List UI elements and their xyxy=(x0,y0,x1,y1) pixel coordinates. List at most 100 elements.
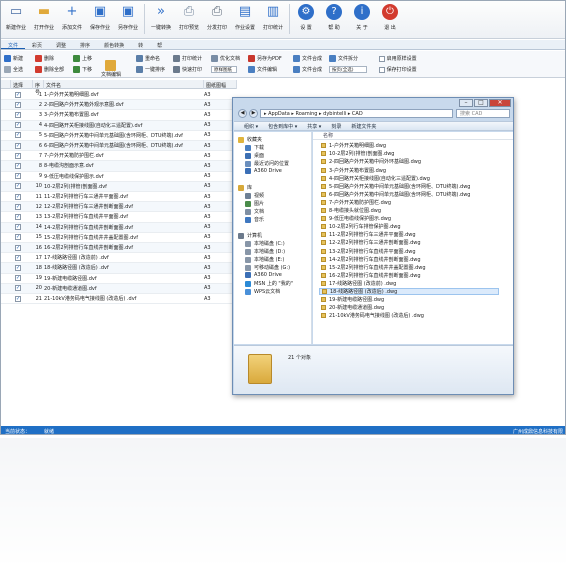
row-checkbox[interactable]: ✓ xyxy=(15,264,21,271)
tab-1[interactable]: 彩页 xyxy=(25,40,49,49)
table-row[interactable]: ✓ 3 3-户外开关箱布置图.dvf A3 xyxy=(1,110,237,121)
list-item[interactable]: 4-四回路开关柜接线图(自动化三遥配置).dwg xyxy=(321,174,430,182)
explorer-command-0[interactable]: 组织 ▾ xyxy=(244,123,258,130)
minimize-button[interactable]: – xyxy=(459,99,473,107)
ribbon-save-pdf-button[interactable]: 另存为PDF xyxy=(248,55,282,62)
row-select-cell[interactable]: ✓ xyxy=(11,132,33,139)
toolbar-button-9[interactable]: ▥ 打印统计 xyxy=(260,1,286,37)
table-row[interactable]: ✓ 13 13-2层2列排管行车直线井平面图.dvf A3 xyxy=(1,212,237,223)
tab-2[interactable]: 调整 xyxy=(49,40,73,49)
row-checkbox[interactable]: ✓ xyxy=(15,275,21,282)
nav-item-10[interactable]: 计算机 xyxy=(238,232,262,239)
ribbon-compose-button[interactable]: 文件合成 xyxy=(293,66,322,73)
column-header-name[interactable]: 名称 xyxy=(313,132,513,140)
nav-item-14[interactable]: 可移动磁盘 (G:) xyxy=(245,264,290,271)
nav-item-8[interactable]: 文档 xyxy=(245,208,264,215)
ribbon-one-click-sort-button[interactable]: 一键排序 xyxy=(136,66,165,73)
list-item[interactable]: 20-新建电缆通道图.dwg xyxy=(321,304,384,312)
row-checkbox[interactable]: ✓ xyxy=(15,203,21,210)
row-checkbox[interactable]: ✓ xyxy=(15,234,21,241)
search-input[interactable]: 搜索 CAD xyxy=(456,109,510,118)
row-checkbox[interactable]: ✓ xyxy=(15,285,21,292)
row-select-cell[interactable]: ✓ xyxy=(11,183,33,190)
row-checkbox[interactable]: ✓ xyxy=(15,213,21,220)
nav-item-4[interactable]: A360 Drive xyxy=(245,168,282,174)
row-select-cell[interactable]: ✓ xyxy=(11,173,33,180)
ribbon-mode-select[interactable]: 按页(全选) xyxy=(329,66,367,73)
explorer-command-3[interactable]: 刻录 xyxy=(331,123,341,130)
list-item[interactable]: 10-2层2列行车排管保护图.dwg xyxy=(321,223,401,231)
row-select-cell[interactable]: ✓ xyxy=(11,193,33,200)
list-item[interactable]: 17-线路路径图 (改造前) .dwg xyxy=(321,280,396,288)
table-row[interactable]: ✓ 11 11-2层2列排管行车三通井平面图.dvf A3 xyxy=(1,192,237,203)
nav-item-17[interactable]: WPS云文档 xyxy=(245,288,280,295)
toolbar-button-5[interactable]: » 一键转换 xyxy=(148,1,174,37)
toolbar-button-12[interactable]: i 关 于 xyxy=(349,1,375,37)
row-checkbox[interactable]: ✓ xyxy=(15,122,21,129)
nav-item-1[interactable]: 下载 xyxy=(245,144,264,151)
row-select-cell[interactable]: ✓ xyxy=(11,91,33,98)
list-item[interactable]: 14-2层2列排管行车直线井剖断面图.dwg xyxy=(321,255,421,263)
nav-item-6[interactable]: 视频 xyxy=(245,192,264,199)
row-select-cell[interactable]: ✓ xyxy=(11,234,33,241)
tab-3[interactable]: 排序 xyxy=(73,40,97,49)
row-checkbox[interactable]: ✓ xyxy=(15,101,21,108)
list-item[interactable]: 15-2层2列排管行车直线井井盖配置图.dwg xyxy=(321,264,426,272)
table-row[interactable]: ✓ 5 5-四回路户外开关箱中间单元基础图(含环网柜、DTU终端).dvf A3 xyxy=(1,131,237,141)
nav-item-0[interactable]: 收藏夹 xyxy=(238,136,262,143)
table-row[interactable]: ✓ 7 7-户外开关箱防护围栏.dvf A3 xyxy=(1,151,237,162)
row-select-cell[interactable]: ✓ xyxy=(11,111,33,118)
nav-item-13[interactable]: 本地磁盘 (E:) xyxy=(245,256,284,263)
table-row[interactable]: ✓ 19 19-新建电缆路径图.dvf A3 xyxy=(1,274,237,284)
list-item[interactable]: 12-2层2列排管行车三通井剖断面图.dwg xyxy=(321,239,421,247)
toolbar-button-10[interactable]: ⚙ 设 置 xyxy=(293,1,319,37)
row-checkbox[interactable]: ✓ xyxy=(15,162,21,169)
row-select-cell[interactable]: ✓ xyxy=(11,264,33,271)
row-select-cell[interactable]: ✓ xyxy=(11,295,33,302)
back-button[interactable]: ◀ xyxy=(238,109,247,118)
toolbar-button-11[interactable]: ? 帮 助 xyxy=(321,1,347,37)
ribbon-merge-button[interactable]: 文件合成 xyxy=(293,55,322,62)
table-row[interactable]: ✓ 14 14-2层2列排管行车直线井剖断面图.dvf A3 xyxy=(1,222,237,233)
ribbon-optimize-button[interactable]: 优化文档 xyxy=(211,55,240,62)
toolbar-button-8[interactable]: ▤ 作业设置 xyxy=(232,1,258,37)
ribbon-save-print-settings-checkbox[interactable]: 保存打印设置 xyxy=(379,66,417,73)
list-item[interactable]: 5-四回路户外开关箱中间单元基础图(含环网柜、DTU终端).dwg xyxy=(321,183,470,191)
nav-item-3[interactable]: 最近访问的位置 xyxy=(245,160,289,167)
row-checkbox[interactable]: ✓ xyxy=(15,132,21,139)
row-checkbox[interactable]: ✓ xyxy=(15,91,21,98)
ribbon-original-settings-checkbox[interactable]: 启用原样设置 xyxy=(379,55,417,62)
list-item[interactable]: 6-四回路户外开关箱中间单元基础图(含环网柜、DTU终端).dwg xyxy=(321,191,470,199)
row-select-cell[interactable]: ✓ xyxy=(11,203,33,210)
table-row[interactable]: ✓ 4 4-四回路开关柜接线图(自动化三遥配置).dvf A3 xyxy=(1,120,237,131)
toolbar-button-7[interactable]: ⎙ 分发打印 xyxy=(204,1,230,37)
table-row[interactable]: ✓ 20 20-新建电缆通道图.dvf A3 xyxy=(1,283,237,294)
row-select-cell[interactable]: ✓ xyxy=(11,254,33,261)
table-row[interactable]: ✓ 12 12-2层2列排管行车三通井剖断面图.dvf A3 xyxy=(1,202,237,213)
ribbon-paper-dropdown[interactable]: 原样图纸 xyxy=(211,66,237,73)
address-bar[interactable]: ▸ AppData ▸ Roaming ▸ dybintelli ▸ CAD xyxy=(260,109,453,118)
row-checkbox[interactable]: ✓ xyxy=(15,244,21,251)
list-item[interactable]: 1-户外开关箱明细图.dwg xyxy=(321,142,386,150)
row-checkbox[interactable]: ✓ xyxy=(15,142,21,149)
list-item[interactable]: 16-2层2列排管行车直线井剖断面图.dwg xyxy=(321,272,421,280)
forward-button[interactable]: ▶ xyxy=(249,109,258,118)
nav-item-2[interactable]: 桌面 xyxy=(245,152,264,159)
row-checkbox[interactable]: ✓ xyxy=(15,224,21,231)
toolbar-button-4[interactable]: ▣ 另存作业 xyxy=(115,1,141,37)
list-item[interactable]: 19-新建电缆路径图.dwg xyxy=(321,296,384,304)
explorer-command-2[interactable]: 共享 ▾ xyxy=(307,123,321,130)
row-select-cell[interactable]: ✓ xyxy=(11,142,33,149)
nav-item-7[interactable]: 图片 xyxy=(245,200,264,207)
row-select-cell[interactable]: ✓ xyxy=(11,213,33,220)
nav-item-5[interactable]: 库 xyxy=(238,184,252,191)
explorer-command-4[interactable]: 新建文件夹 xyxy=(351,123,376,130)
toolbar-button-0[interactable]: ▭ 新建作业 xyxy=(3,1,29,37)
ribbon-print-stats-button[interactable]: 打印统计 xyxy=(173,55,202,62)
row-select-cell[interactable]: ✓ xyxy=(11,224,33,231)
list-item[interactable]: 21-10kV港务码电气接线图 (改造后) .dwg xyxy=(321,312,424,320)
table-row[interactable]: ✓ 6 6-四回路户外开关箱中间单元基础图(含环网柜、DTU终端).dvf A3 xyxy=(1,141,237,152)
list-item[interactable]: 10-2层2列(排管)剖面图.dwg xyxy=(321,150,394,158)
nav-item-16[interactable]: MSN 上的 "我的" xyxy=(245,280,293,287)
table-row[interactable]: ✓ 8 8-电缆沟剖面示意.dvf A3 xyxy=(1,161,237,172)
